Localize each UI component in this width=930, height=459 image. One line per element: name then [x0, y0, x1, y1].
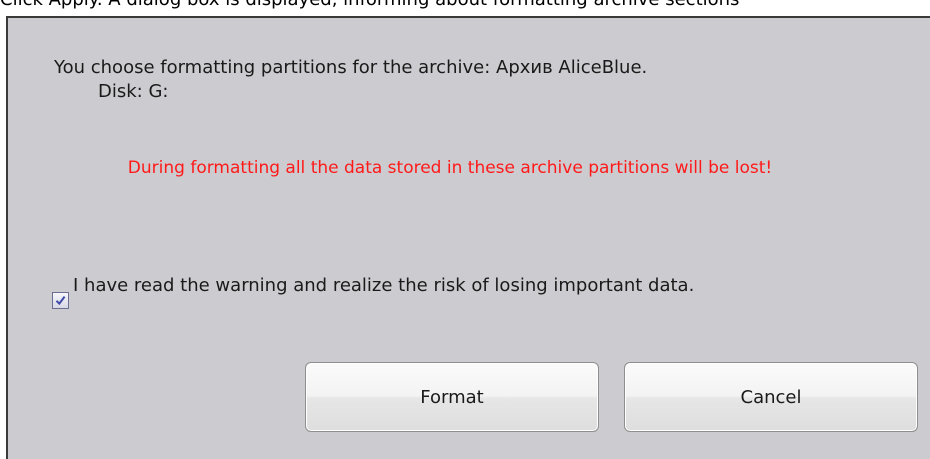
risk-confirmation: I have read the warning and realize the … — [52, 274, 813, 309]
format-button-label: Format — [420, 386, 484, 408]
cancel-button[interactable]: Cancel — [624, 362, 918, 432]
background-caption: Click Apply. A dialog box is displayed, … — [0, 0, 739, 10]
risk-acknowledge-checkbox[interactable] — [52, 292, 69, 309]
archive-info: You choose formatting partitions for the… — [54, 56, 647, 104]
format-button[interactable]: Format — [305, 362, 599, 432]
cancel-button-label: Cancel — [740, 386, 802, 408]
disk-info-line: Disk: G: — [98, 81, 169, 102]
archive-info-line: You choose formatting partitions for the… — [54, 57, 648, 78]
background-caption-strip: Click Apply. A dialog box is displayed, … — [0, 0, 930, 16]
data-loss-warning-text: During formatting all the data stored in… — [127, 158, 773, 178]
risk-acknowledge-label[interactable]: I have read the warning and realize the … — [73, 274, 813, 298]
format-confirmation-dialog: You choose formatting partitions for the… — [6, 16, 930, 459]
checkmark-icon — [55, 295, 66, 306]
data-loss-warning: During formatting all the data stored in… — [8, 156, 930, 180]
